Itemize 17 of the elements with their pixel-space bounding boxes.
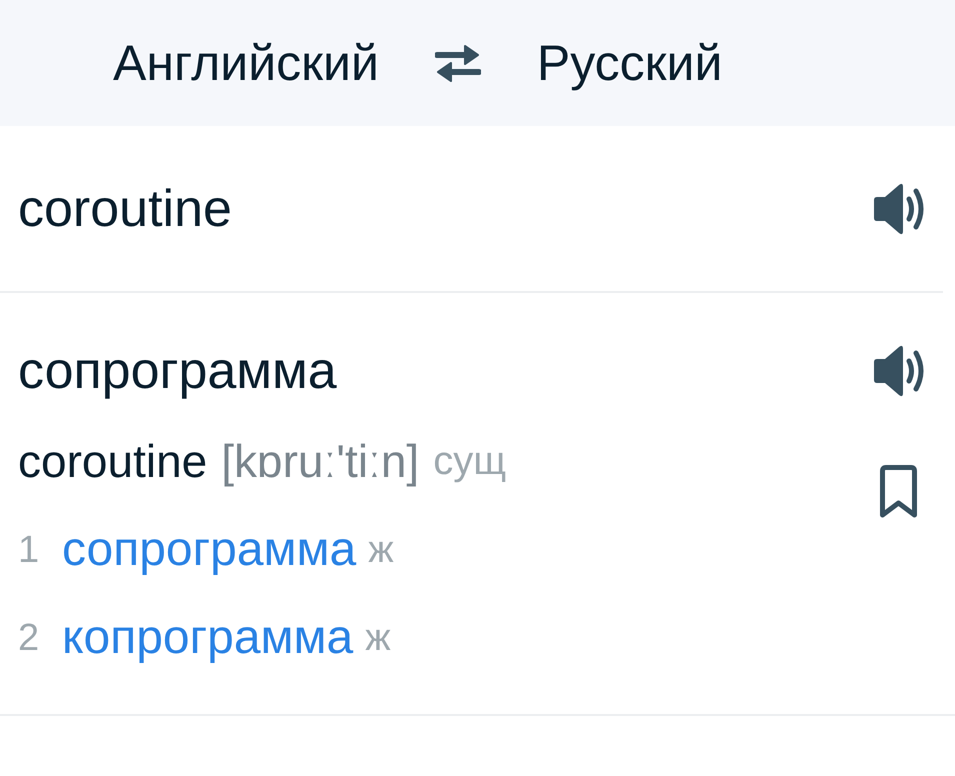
- meaning-number: 2: [18, 619, 40, 657]
- meaning-number: 1: [18, 531, 40, 569]
- meaning-word[interactable]: сопрограмма: [62, 526, 356, 574]
- source-language[interactable]: Английский: [113, 38, 379, 88]
- bookmark-icon[interactable]: [880, 465, 917, 518]
- transcription: [kɒruː'tiːn]: [221, 438, 420, 484]
- speaker-icon[interactable]: [871, 345, 925, 397]
- source-word[interactable]: coroutine: [18, 182, 232, 234]
- gender-label: ж: [368, 531, 394, 569]
- meaning-word[interactable]: копрограмма: [62, 614, 354, 662]
- headword: coroutine: [18, 438, 208, 484]
- speaker-icon[interactable]: [871, 182, 925, 234]
- part-of-speech: сущ: [433, 441, 506, 481]
- gender-label: ж: [365, 619, 391, 657]
- swap-icon[interactable]: [434, 44, 481, 82]
- target-language[interactable]: Русский: [536, 38, 722, 88]
- translation-word: сопрограмма: [18, 345, 337, 397]
